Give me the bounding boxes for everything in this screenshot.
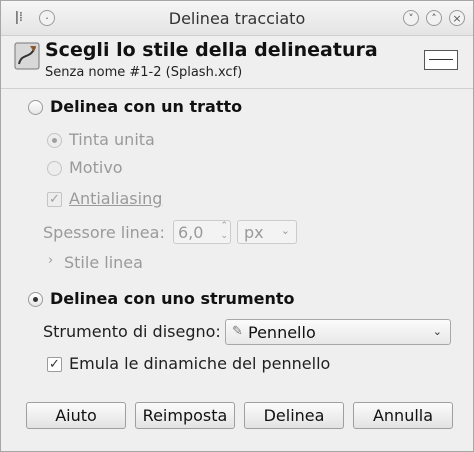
spinner-arrows-icon[interactable]: ⌃ ⌄ [220, 221, 228, 241]
maximize-icon[interactable]: ˄ [426, 10, 442, 26]
stroke-tool-radio[interactable] [28, 292, 43, 307]
paint-tool-label: Strumento di disegno: [43, 322, 221, 341]
antialiasing-checkbox[interactable]: ✓ [47, 192, 62, 207]
stroke-tool-label[interactable]: Delinea con uno strumento [50, 289, 295, 308]
chevron-down-icon: ⌄ [280, 224, 290, 237]
solid-color-label[interactable]: Tinta unita [69, 130, 155, 149]
chevron-right-icon[interactable]: › [48, 253, 53, 268]
pattern-radio[interactable] [47, 161, 62, 176]
stroke-line-radio[interactable] [28, 100, 43, 115]
line-width-spinner[interactable]: 6,0 ⌃ ⌄ [173, 220, 231, 244]
paint-tool-value: Pennello [248, 323, 316, 342]
header-title: Scegli lo stile della delineatura [45, 39, 378, 61]
minimize-icon[interactable]: ˅ [403, 10, 419, 26]
chevron-down-icon: ⌄ [432, 325, 442, 338]
line-width-value[interactable]: 6,0 [178, 223, 203, 242]
header-subtitle: Senza nome #1-2 (Splash.xcf) [45, 65, 243, 80]
title-bar[interactable]: ǀ⁞ · Delinea tracciato ˅ ˄ × [1, 1, 473, 36]
help-button[interactable]: Aiuto [26, 402, 126, 429]
cancel-button[interactable]: Annulla [353, 402, 453, 429]
emulate-dynamics-checkbox[interactable]: ✓ [47, 357, 62, 372]
line-style-expander[interactable]: Stile linea [64, 253, 143, 272]
unit-value: px [244, 223, 264, 242]
reset-button[interactable]: Reimposta [135, 402, 235, 429]
stroke-preview [424, 50, 458, 70]
stroke-button[interactable]: Delinea [244, 402, 344, 429]
emulate-dynamics-label[interactable]: Emula le dinamiche del pennello [69, 354, 330, 373]
paintbrush-icon: ✎ [232, 324, 243, 339]
close-icon[interactable]: × [449, 10, 465, 26]
unit-dropdown[interactable]: px ⌄ [237, 220, 297, 244]
line-width-label: Spessore linea: [43, 223, 165, 242]
solid-color-radio[interactable] [47, 133, 62, 148]
pattern-label[interactable]: Motivo [69, 158, 123, 177]
stroke-line-label[interactable]: Delinea con un tratto [50, 97, 242, 116]
stroke-path-icon [14, 42, 40, 70]
paint-tool-dropdown[interactable]: ✎ Pennello ⌄ [225, 319, 451, 345]
stroke-path-dialog: ǀ⁞ · Delinea tracciato ˅ ˄ × Scegli lo s… [0, 0, 474, 452]
antialiasing-label[interactable]: Antialiasing [69, 189, 162, 208]
dialog-header: Scegli lo stile della delineatura Senza … [1, 36, 473, 89]
